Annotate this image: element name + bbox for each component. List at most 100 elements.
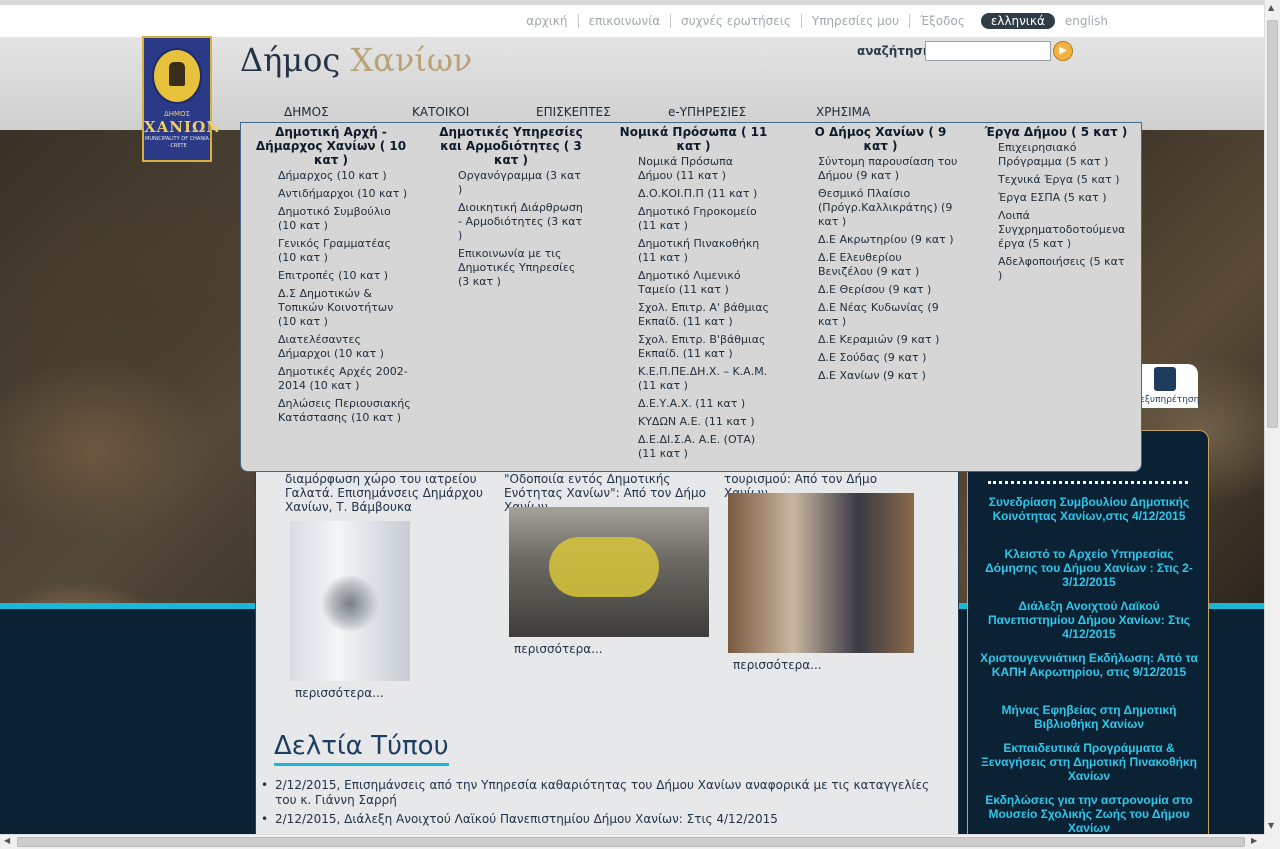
news-more-link-2[interactable]: περισσότερα... — [514, 642, 603, 656]
search-go-button[interactable]: ▶ — [1053, 41, 1073, 61]
top-link-contact[interactable]: επικοινωνία — [579, 14, 672, 28]
scroll-right-icon[interactable]: ▶ — [1251, 836, 1257, 845]
announcement-link[interactable]: Κλειστό το Αρχείο Υπηρεσίας Δόμησης του … — [978, 547, 1200, 589]
dropdown-item[interactable]: Δ.Ε.Υ.Α.Χ. (11 κατ ) — [638, 397, 771, 411]
announcement-link[interactable]: Διάλεξη Ανοιχτού Λαϊκού Πανεπιστημίου Δή… — [978, 599, 1200, 641]
logo-text-main: ΧΑΝΙΩΝ — [144, 118, 222, 136]
dropdown-item[interactable]: Έργα ΕΣΠΑ (5 κατ ) — [998, 191, 1131, 205]
search-label: αναζήτηση — [857, 44, 932, 58]
nav-item-municipality[interactable]: ΔΗΜΟΣ — [284, 105, 329, 119]
top-link-my-services[interactable]: Υπηρεσίες μου — [802, 14, 911, 28]
nav-item-e-services[interactable]: e-ΥΠΗΡΕΣΙΕΣ — [668, 105, 746, 119]
top-link-home[interactable]: αρχική — [516, 14, 579, 28]
dotted-divider — [988, 481, 1188, 484]
dropdown-item[interactable]: Σχολ. Επιτρ. Β'βάθμιας Εκπαίδ. (11 κατ ) — [638, 333, 771, 361]
dropdown-item[interactable]: Δημοτικό Λιμενικό Ταμείο (11 κατ ) — [638, 269, 771, 297]
dropdown-item[interactable]: Λοιπά Συγχρηματοδοτούμενα έργα (5 κατ ) — [998, 209, 1131, 251]
municipality-logo[interactable]: ΔΗΜΟΣ ΧΑΝΙΩΝ MUNICIPALITY OF CHANIA · CR… — [142, 36, 222, 162]
dropdown-item[interactable]: Επιχειρησιακό Πρόγραμμα (5 κατ ) — [998, 141, 1131, 169]
press-item[interactable]: 2/12/2015, Επισημάνσεις από την Υπηρεσία… — [261, 778, 935, 808]
dropdown-item[interactable]: Επικοινωνία με τις Δημοτικές Υπηρεσίες (… — [458, 247, 586, 289]
dropdown-item[interactable]: Νομικά Πρόσωπα Δήμου (11 κατ ) — [638, 155, 771, 183]
lang-english-link[interactable]: english — [1061, 14, 1112, 28]
announcement-link[interactable]: Εκπαιδευτικά Προγράμματα & Ξεναγήσεις στ… — [978, 741, 1200, 783]
nav-item-visitors[interactable]: ΕΠΙΣΚΕΠΤΕΣ — [536, 105, 611, 119]
announcements-sidebar: Συνεδρίαση Συμβουλίου Δημοτικής Κοινότητ… — [967, 430, 1209, 840]
logo-text-sub: MUNICIPALITY OF CHANIA · CRETE — [145, 136, 209, 149]
dropdown-item[interactable]: Δημοτικό Γηροκομείο (11 κατ ) — [638, 205, 771, 233]
announcement-link[interactable]: Μήνας Εφηβείας στη Δημοτική Βιβλιοθήκη Χ… — [978, 703, 1200, 731]
lang-greek-button[interactable]: ελληνικά — [980, 13, 1055, 29]
search-input[interactable] — [925, 41, 1051, 61]
dropdown-item[interactable]: Αδελφοποιήσεις (5 κατ ) — [998, 255, 1131, 283]
dropdown-column-heading[interactable]: Δημοτική Αρχή - Δήμαρχος Χανίων ( 10 κατ… — [251, 125, 411, 167]
dropdown-item[interactable]: Κ.Ε.Π.ΠΕ.ΔΗ.Χ. – Κ.Α.Μ. (11 κατ ) — [638, 365, 771, 393]
top-link-logout[interactable]: Έξοδος — [910, 14, 975, 28]
dropdown-column-heading[interactable]: Δημοτικές Υπηρεσίες και Αρμοδιότητες ( 3… — [436, 125, 586, 167]
dropdown-column-heading[interactable]: Νομικά Πρόσωπα ( 11 κατ ) — [616, 125, 771, 153]
dropdown-item[interactable]: Δ.Ε Νέας Κυδωνίας (9 κατ ) — [818, 301, 958, 329]
top-link-faq[interactable]: συχνές ερωτήσεις — [671, 14, 802, 28]
site-title-part1: Δήμος — [240, 41, 341, 79]
dropdown-item[interactable]: Σχολ. Επιτρ. Α' βάθμιας Εκπαίδ. (11 κατ … — [638, 301, 771, 329]
dropdown-item[interactable]: Δ.Ο.ΚΟΙ.Π.Π (11 κατ ) — [638, 187, 771, 201]
dropdown-item[interactable]: Γενικός Γραμματέας (10 κατ ) — [278, 237, 411, 265]
dropdown-item[interactable]: Σύντομη παρουσίαση του Δήμου (9 κατ ) — [818, 155, 958, 183]
site-title[interactable]: Δήμος Χανίων — [240, 41, 472, 79]
dropdown-item[interactable]: Δηλώσεις Περιουσιακής Κατάστασης (10 κατ… — [278, 397, 411, 425]
dropdown-item[interactable]: Δ.Ε Θερίσου (9 κατ ) — [818, 283, 958, 297]
service-label: εξυπηρέτηση — [1140, 395, 1200, 405]
dropdown-item[interactable]: Δ.Ε Σούδας (9 κατ ) — [818, 351, 958, 365]
dropdown-item[interactable]: Αντιδήμαρχοι (10 κατ ) — [278, 187, 411, 201]
dropdown-item[interactable]: Δ.Σ Δημοτικών & Τοπικών Κοινοτήτων (10 κ… — [278, 287, 411, 329]
dropdown-item[interactable]: Τεχνικά Έργα (5 κατ ) — [998, 173, 1131, 187]
dropdown-column-services: Δημοτικές Υπηρεσίες και Αρμοδιότητες ( 3… — [436, 125, 586, 293]
logo-text-top: ΔΗΜΟΣ — [163, 110, 191, 118]
dropdown-item[interactable]: Θεσμικό Πλαίσιο (Πρόγρ.Καλλικράτης) (9 κ… — [818, 187, 958, 229]
press-item[interactable]: 2/12/2015, Διάλεξη Ανοιχτού Λαϊκού Πανεπ… — [261, 812, 935, 827]
news-photo-3[interactable] — [728, 493, 914, 653]
dropdown-item[interactable]: Δημοτική Πινακοθήκη (11 κατ ) — [638, 237, 771, 265]
dropdown-column-projects: Έργα Δήμου ( 5 κατ ) Επιχειρησιακό Πρόγρ… — [981, 125, 1131, 287]
scroll-up-icon[interactable]: ▲ — [1268, 3, 1274, 12]
dropdown-item[interactable]: Οργανόγραμμα (3 κατ ) — [458, 169, 586, 197]
dropdown-column-heading[interactable]: Έργα Δήμου ( 5 κατ ) — [981, 125, 1131, 139]
dropdown-item[interactable]: Διοικητική Διάρθρωση - Αρμοδιότητες (3 κ… — [458, 201, 586, 243]
announcement-link[interactable]: Χριστουγεννιάτικη Εκδήλωση: Από τα ΚΑΠΗ … — [978, 651, 1200, 679]
dropdown-item[interactable]: Δήμαρχος (10 κατ ) — [278, 169, 411, 183]
dropdown-item[interactable]: ΚΥΔΩΝ Α.Ε. (11 κατ ) — [638, 415, 771, 429]
dropdown-item[interactable]: Διατελέσαντες Δήμαρχοι (10 κατ ) — [278, 333, 411, 361]
horizontal-scrollbar[interactable]: ◀ ▶ — [0, 834, 1264, 849]
dropdown-column-heading[interactable]: Ο Δήμος Χανίων ( 9 κατ ) — [803, 125, 958, 153]
nav-item-useful[interactable]: ΧΡΗΣΙΜΑ — [816, 105, 870, 119]
scroll-left-icon[interactable]: ◀ — [4, 836, 10, 845]
announcement-link[interactable]: Συνεδρίαση Συμβουλίου Δημοτικής Κοινότητ… — [978, 495, 1200, 523]
nav-item-residents[interactable]: ΚΑΤΟΙΚΟΙ — [412, 105, 469, 119]
news-more-link-3[interactable]: περισσότερα... — [733, 658, 822, 672]
dropdown-item[interactable]: Δ.Ε Χανίων (9 κατ ) — [818, 369, 958, 383]
news-photo-2[interactable] — [509, 507, 709, 637]
service-button[interactable]: εξυπηρέτηση — [1140, 364, 1200, 408]
dropdown-item[interactable]: Επιτροπές (10 κατ ) — [278, 269, 411, 283]
horizontal-scroll-thumb[interactable] — [17, 837, 1245, 847]
top-links: αρχική επικοινωνία συχνές ερωτήσεις Υπηρ… — [516, 13, 1112, 29]
dropdown-item[interactable]: Δ.Ε Ακρωτηρίου (9 κατ ) — [818, 233, 958, 247]
dropdown-item[interactable]: Δ.Ε Κεραμιών (9 κατ ) — [818, 333, 958, 347]
vertical-scroll-thumb[interactable] — [1267, 20, 1278, 428]
news-photo-1[interactable] — [290, 521, 410, 681]
site-title-part2: Χανίων — [350, 41, 473, 79]
press-releases-title: Δελτία Τύπου — [274, 731, 449, 766]
document-icon — [1154, 367, 1176, 391]
news-text-1[interactable]: διαμόρφωση χώρο του ιατρείου Γαλατά. Επι… — [285, 472, 485, 514]
dropdown-column-municipality: Ο Δήμος Χανίων ( 9 κατ ) Σύντομη παρουσί… — [803, 125, 958, 387]
news-more-link-1[interactable]: περισσότερα... — [295, 686, 384, 700]
dropdown-item[interactable]: Δ.Ε Ελευθερίου Βενιζέλου (9 κατ ) — [818, 251, 958, 279]
press-releases-list: 2/12/2015, Επισημάνσεις από την Υπηρεσία… — [261, 778, 935, 831]
dropdown-item[interactable]: Δημοτικές Αρχές 2002-2014 (10 κατ ) — [278, 365, 411, 393]
scroll-down-icon[interactable]: ▼ — [1268, 821, 1274, 830]
vertical-scrollbar[interactable]: ▲ ▼ — [1264, 0, 1280, 834]
scrollbar-corner — [1264, 834, 1280, 849]
dropdown-item[interactable]: Δ.Ε.ΔΙ.Σ.Α. Α.Ε. (ΟΤΑ) (11 κατ ) — [638, 433, 771, 461]
announcement-link[interactable]: Εκδηλώσεις για την αστρονομία στο Μουσεί… — [978, 793, 1200, 835]
dropdown-item[interactable]: Δημοτικό Συμβούλιο (10 κατ ) — [278, 205, 411, 233]
